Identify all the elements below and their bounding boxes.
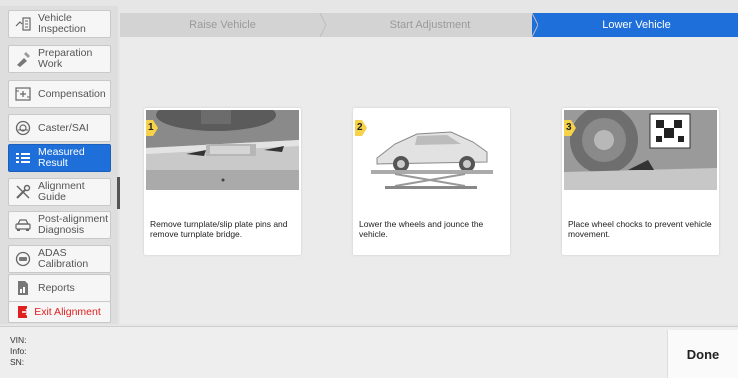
tools-icon [15,51,31,67]
card-caption: Place wheel chocks to prevent vehicle mo… [568,219,712,239]
wrench-icon [15,184,31,200]
lower-lift-image: 2 [355,110,508,190]
sidebar-item-label: Compensation [38,87,106,100]
step-number-badge: 1 [146,120,158,136]
list-icon [15,150,31,166]
sidebar-item-label: Vehicle Inspection [38,12,86,35]
sidebar-item-label: Alignment Guide [38,180,85,203]
sidebar-item-measured-result[interactable]: Measured Result [8,144,111,172]
wheel-chock-image: 3 [564,110,717,190]
sidebar-item-caster-sai[interactable]: Caster/SAI [8,114,111,142]
sidebar-item-label: Measured Result [38,146,85,169]
report-icon [15,280,31,296]
sn-label: SN: [10,357,25,367]
inspection-icon [15,16,31,32]
instruction-card-2: 2 Lower the wheels and jounce the vehicl… [353,108,510,255]
vin-label: VIN: [10,335,27,345]
sidebar-item-label: Caster/SAI [38,121,89,134]
sidebar-item-vehicle-inspection[interactable]: Vehicle Inspection [8,10,111,38]
step-raise-vehicle: Raise Vehicle [189,19,256,31]
instruction-card-1: 1 Remove turnplate/slip plate pins and r… [144,108,301,255]
adas-icon [15,251,31,267]
sidebar-item-compensation[interactable]: Compensation [8,80,111,108]
step-progress-bar: Raise Vehicle Start Adjustment Lower Veh… [120,13,738,37]
done-button[interactable]: Done [667,330,738,378]
exit-alignment-button[interactable]: Exit Alignment [8,301,111,323]
turnplate-image: 1 [146,110,299,190]
sidebar: Vehicle Inspection Preparation Work Comp… [0,6,118,324]
step-lower-vehicle: Lower Vehicle [602,19,671,31]
exit-icon [18,304,31,320]
step-start-adjustment: Start Adjustment [389,19,471,31]
sidebar-item-label: Post-alignment Diagnosis [38,213,109,236]
car-icon [15,217,31,233]
step-number-badge: 3 [564,120,576,136]
sidebar-item-label: ADAS Calibration [38,247,89,270]
sidebar-item-post-alignment-diagnosis[interactable]: Post-alignment Diagnosis [8,211,111,239]
sidebar-item-alignment-guide[interactable]: Alignment Guide [8,178,111,206]
sidebar-item-preparation-work[interactable]: Preparation Work [8,45,111,73]
status-bar: VIN: Info: SN: [0,326,738,378]
sidebar-item-adas-calibration[interactable]: ADAS Calibration [8,245,111,273]
card-caption: Remove turnplate/slip plate pins and rem… [150,219,288,239]
instruction-card-3: 3 Place wheel chocks to prevent vehicle … [562,108,719,255]
wheel-icon [15,120,31,136]
compensation-icon [15,86,31,102]
sidebar-item-label: Reports [38,281,75,294]
sidebar-item-label: Preparation Work [38,47,93,70]
exit-alignment-label: Exit Alignment [34,305,101,318]
sidebar-item-reports[interactable]: Reports [8,274,111,302]
card-caption: Lower the wheels and jounce the vehicle. [359,219,484,239]
step-number-badge: 2 [355,120,367,136]
info-label: Info: [10,346,27,356]
